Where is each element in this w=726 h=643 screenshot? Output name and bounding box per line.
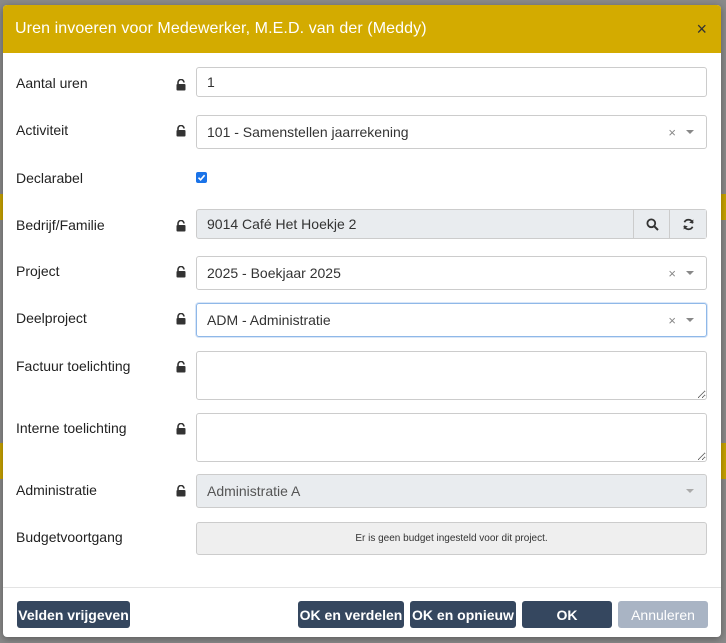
activity-value: 101 - Samenstellen jaarrekening	[207, 124, 409, 140]
lock-icon[interactable]	[176, 485, 186, 497]
ok-distribute-button[interactable]: OK en verdelen	[298, 601, 404, 628]
refresh-icon	[682, 218, 694, 230]
label-deelproject: Deelproject	[16, 310, 87, 326]
project-select[interactable]: 2025 - Boekjaar 2025 ×	[196, 256, 707, 290]
declarabel-checkbox[interactable]	[196, 172, 207, 183]
dialog-title: Uren invoeren voor Medewerker, M.E.D. va…	[15, 20, 427, 37]
label-budgetvoortgang: Budgetvoortgang	[16, 529, 123, 545]
lock-icon[interactable]	[176, 220, 186, 232]
label-bedrijf-familie: Bedrijf/Familie	[16, 217, 105, 233]
label-factuur-toelichting: Factuur toelichting	[16, 358, 131, 374]
ok-button[interactable]: OK	[522, 601, 612, 628]
check-icon	[197, 174, 206, 181]
activity-select[interactable]: 101 - Samenstellen jaarrekening ×	[196, 115, 707, 149]
hours-entry-dialog: Uren invoeren voor Medewerker, M.E.D. va…	[3, 5, 721, 637]
lock-icon[interactable]	[176, 79, 186, 91]
label-interne-toelichting: Interne toelichting	[16, 420, 127, 436]
lock-icon[interactable]	[176, 361, 186, 373]
chevron-down-icon[interactable]	[686, 130, 694, 134]
chevron-down-icon	[686, 489, 694, 493]
hours-input[interactable]: 1	[196, 67, 707, 97]
release-fields-button[interactable]: Velden vrijgeven	[17, 601, 130, 628]
administration-select: Administratie A	[196, 474, 707, 508]
background-bar-right-top	[721, 194, 726, 220]
chevron-down-icon[interactable]	[686, 271, 694, 275]
dialog-header: Uren invoeren voor Medewerker, M.E.D. va…	[3, 5, 721, 53]
budget-message: Er is geen budget ingesteld voor dit pro…	[355, 533, 548, 544]
subproject-select[interactable]: ADM - Administratie ×	[196, 303, 707, 337]
company-family-value: 9014 Café Het Hoekje 2	[207, 216, 357, 232]
label-administratie: Administratie	[16, 482, 97, 498]
clear-activity-icon[interactable]: ×	[668, 125, 676, 140]
invoice-note-textarea[interactable]	[196, 351, 707, 400]
administration-value: Administratie A	[207, 483, 301, 499]
lock-icon[interactable]	[176, 313, 186, 325]
clear-project-icon[interactable]: ×	[668, 266, 676, 281]
label-project: Project	[16, 263, 60, 279]
cancel-button[interactable]: Annuleren	[618, 601, 708, 628]
budget-progress-box: Er is geen budget ingesteld voor dit pro…	[196, 522, 707, 555]
label-declarabel: Declarabel	[16, 170, 83, 186]
background-bar-right-bottom	[721, 443, 726, 479]
search-icon	[646, 218, 659, 231]
label-aantal-uren: Aantal uren	[16, 75, 88, 91]
label-activiteit: Activiteit	[16, 122, 69, 138]
search-button[interactable]	[633, 210, 670, 238]
lock-icon[interactable]	[176, 125, 186, 137]
company-family-input: 9014 Café Het Hoekje 2	[196, 209, 707, 239]
ok-again-button[interactable]: OK en opnieuw	[410, 601, 516, 628]
clear-subproject-icon[interactable]: ×	[668, 313, 676, 328]
hours-value: 1	[207, 74, 215, 90]
chevron-down-icon[interactable]	[686, 318, 694, 322]
lock-icon[interactable]	[176, 266, 186, 278]
refresh-button[interactable]	[669, 210, 706, 238]
close-icon[interactable]: ×	[694, 18, 709, 40]
internal-note-textarea[interactable]	[196, 413, 707, 462]
subproject-value: ADM - Administratie	[207, 312, 331, 328]
lock-icon[interactable]	[176, 423, 186, 435]
dialog-footer: Velden vrijgeven OK en verdelen OK en op…	[3, 587, 721, 637]
project-value: 2025 - Boekjaar 2025	[207, 265, 341, 281]
